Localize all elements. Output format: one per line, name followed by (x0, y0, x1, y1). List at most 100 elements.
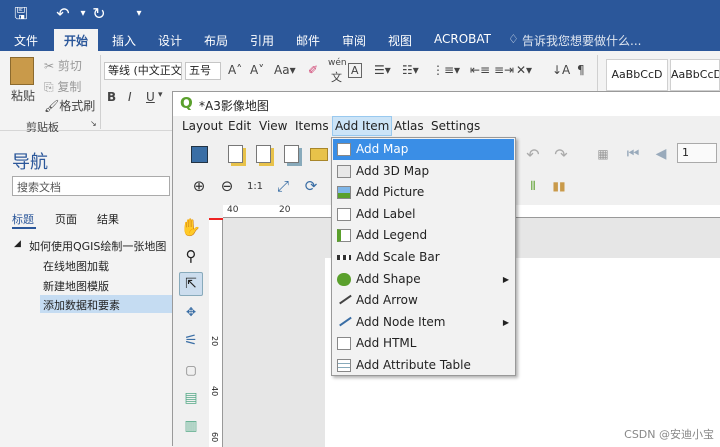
tab-layout[interactable]: 布局 (204, 32, 228, 49)
menu-item-add-map[interactable]: Add Map (333, 139, 514, 160)
decrease-indent-icon[interactable]: ⇤≡ (470, 63, 490, 77)
pan-icon[interactable]: ✋ (179, 216, 203, 240)
menu-item-add-node-item[interactable]: Add Node Item ▶ (333, 312, 514, 333)
tab-review[interactable]: 审阅 (342, 32, 366, 49)
add-map-tool-icon[interactable]: ▢ (179, 358, 203, 382)
enclose-char-icon[interactable]: A (348, 63, 362, 78)
nav-search-input[interactable]: 搜索文档 (12, 176, 170, 196)
menu-edit[interactable]: Edit (228, 119, 251, 133)
atlas-page-field[interactable]: 1 (677, 143, 717, 163)
edit-nodes-icon[interactable]: ⚟ (179, 328, 203, 352)
menu-item-add-3d-map[interactable]: Add 3D Map (333, 161, 514, 182)
increase-indent-icon[interactable]: ≡⇥ (494, 63, 514, 77)
clipboard-launcher-icon[interactable]: ↘ (90, 119, 97, 128)
nav-tab-pages[interactable]: 页面 (55, 211, 77, 227)
change-case-icon[interactable]: Aa▾ (274, 63, 296, 77)
zoom-full-icon[interactable]: ⤢ (271, 174, 295, 198)
font-size-select[interactable]: 五号 (185, 62, 221, 80)
style-no-spacing[interactable]: AaBbCcD (670, 59, 720, 91)
numbering-icon[interactable]: ☷▾ (402, 63, 419, 77)
first-feature-icon[interactable]: ⏮ (621, 142, 645, 166)
attribute-table-icon (337, 359, 351, 372)
menu-layout[interactable]: Layout (182, 119, 223, 133)
menu-item-add-shape[interactable]: Add Shape ▶ (333, 269, 514, 290)
zoom-tool-icon[interactable]: ⚲ (179, 244, 203, 268)
grow-font-icon[interactable]: A˄ (228, 63, 242, 77)
bold-button[interactable]: B (107, 90, 116, 104)
multilevel-list-icon[interactable]: ⋮≡▾ (432, 63, 460, 77)
menu-add-item[interactable]: Add Item (332, 116, 393, 136)
phonetic-guide-icon[interactable]: wén (328, 58, 347, 68)
tab-mailings[interactable]: 邮件 (296, 32, 320, 49)
menu-item-label: Add Arrow (356, 293, 418, 308)
atlas-preview-icon[interactable]: ▦ (591, 142, 615, 166)
prev-feature-icon[interactable]: ◀ (649, 142, 673, 166)
save-layout-icon[interactable] (187, 142, 211, 166)
select-move-icon[interactable]: ⇱ (179, 272, 203, 296)
menu-items[interactable]: Items (295, 119, 329, 133)
tab-insert[interactable]: 插入 (112, 32, 136, 49)
nav-tab-headings[interactable]: 标题 (12, 211, 34, 227)
resize-icon[interactable]: ▮▮ (547, 174, 571, 198)
zoom-out-icon[interactable]: ⊖ (215, 174, 239, 198)
menu-item-add-legend[interactable]: Add Legend (333, 225, 514, 246)
italic-button[interactable]: I (128, 90, 132, 104)
tell-me-box[interactable]: 告诉我您想要做什么... (522, 32, 641, 49)
nav-heading-4[interactable]: 添加数据和要素 (43, 297, 120, 313)
cut-button[interactable]: ✂ 剪切 (44, 57, 82, 74)
bullets-icon[interactable]: ☰▾ (374, 63, 391, 77)
menu-item-add-attribute-table[interactable]: Add Attribute Table (333, 355, 514, 376)
menu-view[interactable]: View (259, 119, 287, 133)
ruler-label: 20 (279, 205, 291, 215)
font-name-select[interactable]: 等线 (中文正文 (104, 62, 182, 80)
menu-settings[interactable]: Settings (431, 119, 480, 133)
nav-heading-2[interactable]: 在线地图加载 (43, 258, 109, 274)
customize-toolbar-icon[interactable]: ▾ (128, 4, 150, 24)
chinese-layout-icon[interactable]: ✕▾ (516, 63, 532, 77)
move-content-icon[interactable]: ✥ (179, 300, 203, 324)
redo-icon[interactable]: ↻ (88, 4, 110, 24)
show-marks-icon[interactable]: ¶ (577, 63, 585, 77)
format-painter-button[interactable]: 🖌格式刷 (44, 97, 95, 114)
nav-heading-1[interactable]: 如何使用QGIS绘制一张地图 (29, 238, 166, 254)
underline-dropdown-icon[interactable]: ▾ (158, 90, 163, 100)
undo-layout-icon[interactable]: ↶ (521, 142, 545, 166)
save-icon[interactable]: 🖫 (10, 4, 32, 24)
open-template-icon[interactable] (307, 142, 331, 166)
tab-acrobat[interactable]: ACROBAT (434, 32, 491, 46)
nav-tab-results[interactable]: 结果 (97, 211, 119, 227)
redo-layout-icon[interactable]: ↷ (549, 142, 573, 166)
collapse-arrow-icon[interactable]: ◢ (14, 239, 21, 249)
tab-home[interactable]: 开始 (54, 29, 99, 51)
style-normal[interactable]: AaBbCcD (606, 59, 668, 91)
add-picture-tool-icon[interactable]: ▤ (179, 386, 203, 410)
menu-atlas[interactable]: Atlas (394, 119, 424, 133)
tab-view[interactable]: 视图 (388, 32, 412, 49)
layout-manager-icon[interactable] (279, 142, 303, 166)
sort-icon[interactable]: ↓A (552, 63, 570, 77)
copy-button[interactable]: ⎘ 复制 (44, 78, 81, 95)
menu-item-add-picture[interactable]: Add Picture (333, 182, 514, 203)
nav-heading-3[interactable]: 新建地图模版 (43, 278, 109, 294)
undo-icon[interactable]: ↶ (52, 4, 74, 24)
zoom-in-icon[interactable]: ⊕ (187, 174, 211, 198)
menu-item-add-arrow[interactable]: Add Arrow (333, 290, 514, 311)
underline-button[interactable]: U (146, 90, 155, 104)
tab-file[interactable]: 文件 (14, 32, 38, 49)
paste-button[interactable]: 粘贴 (11, 87, 35, 104)
new-layout-icon[interactable] (223, 142, 247, 166)
tab-design[interactable]: 设计 (158, 32, 182, 49)
menu-item-add-html[interactable]: Add HTML (333, 333, 514, 354)
menu-item-add-label[interactable]: Add Label (333, 204, 514, 225)
shrink-font-icon[interactable]: A˅ (250, 63, 264, 77)
duplicate-layout-icon[interactable] (251, 142, 275, 166)
tab-references[interactable]: 引用 (250, 32, 274, 49)
refresh-icon[interactable]: ⟳ (299, 174, 323, 198)
clear-format-icon[interactable]: ✐ (308, 63, 318, 77)
zoom-actual-icon[interactable]: 1:1 (243, 174, 267, 198)
paste-icon[interactable] (10, 57, 34, 85)
map-icon (337, 143, 351, 156)
add-label-tool-icon[interactable]: ▥ (179, 414, 203, 438)
distribute-icon[interactable]: ⫴ (521, 174, 545, 198)
menu-item-add-scale-bar[interactable]: Add Scale Bar (333, 247, 514, 268)
